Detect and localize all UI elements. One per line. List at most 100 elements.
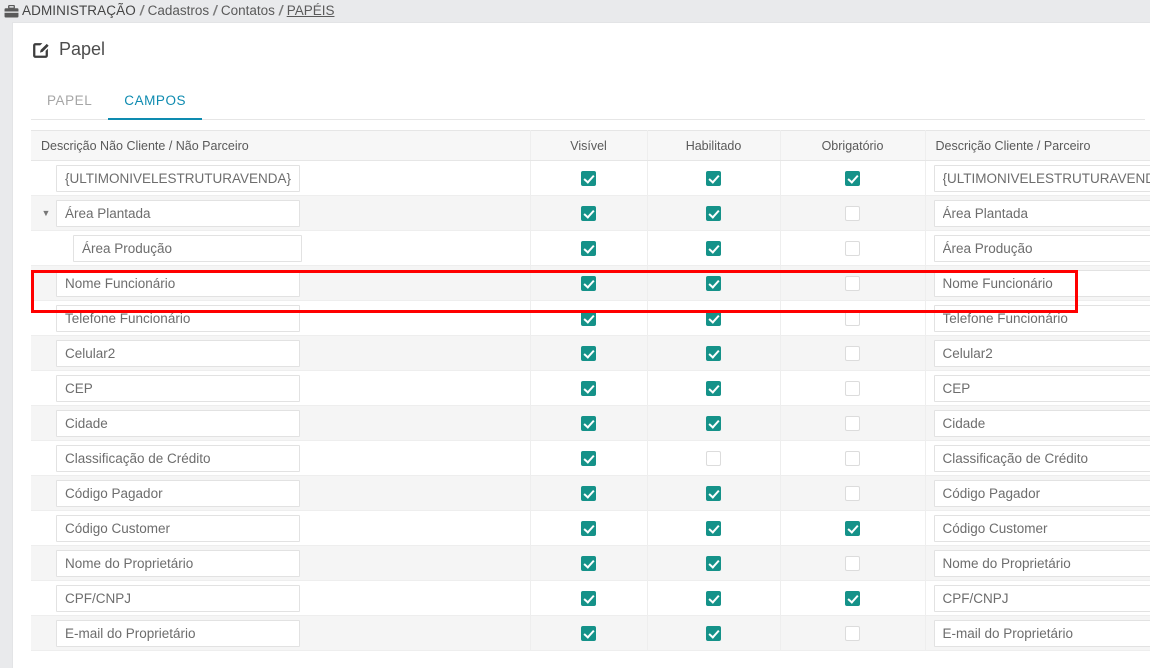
- input-descricao-cliente[interactable]: [933, 374, 1150, 402]
- input-descricao-cliente[interactable]: [933, 479, 1150, 507]
- checkbox-visivel[interactable]: [581, 625, 596, 641]
- checkbox-visivel[interactable]: [581, 485, 596, 501]
- input-descricao-cliente[interactable]: [933, 514, 1150, 542]
- input-descricao-nao-cliente[interactable]: [56, 514, 300, 542]
- table-row[interactable]: ▼: [31, 195, 1150, 231]
- checkbox-habilitado[interactable]: [706, 380, 721, 396]
- cell-descricao-cliente: [925, 370, 1150, 406]
- checkbox-obrigatorio[interactable]: [845, 310, 860, 326]
- input-descricao-nao-cliente[interactable]: [56, 199, 300, 227]
- checkbox-obrigatorio[interactable]: [845, 345, 860, 361]
- checkbox-visivel[interactable]: [581, 170, 596, 186]
- table-row[interactable]: ▼: [31, 300, 1150, 336]
- checkbox-obrigatorio[interactable]: [845, 485, 860, 501]
- table-row[interactable]: ▼: [31, 510, 1150, 546]
- breadcrumb-item-cadastros[interactable]: Cadastros: [148, 3, 210, 18]
- input-descricao-cliente[interactable]: [933, 619, 1150, 647]
- checkbox-obrigatorio[interactable]: [845, 450, 860, 466]
- checkbox-obrigatorio[interactable]: [845, 415, 860, 431]
- checkbox-obrigatorio[interactable]: [845, 555, 860, 571]
- column-header-descricao-nao-cliente[interactable]: Descrição Não Cliente / Não Parceiro: [31, 130, 531, 161]
- table-row[interactable]: ▼: [31, 545, 1150, 581]
- checkbox-habilitado[interactable]: [706, 275, 721, 291]
- input-descricao-nao-cliente[interactable]: [56, 269, 300, 297]
- input-descricao-cliente[interactable]: [933, 409, 1150, 437]
- input-descricao-cliente[interactable]: [933, 234, 1150, 262]
- checkbox-habilitado[interactable]: [706, 345, 721, 361]
- table-row[interactable]: ▼: [31, 475, 1150, 511]
- input-descricao-nao-cliente[interactable]: [56, 549, 300, 577]
- table-row[interactable]: ▼: [31, 370, 1150, 406]
- checkbox-visivel[interactable]: [581, 450, 596, 466]
- checkbox-visivel[interactable]: [581, 345, 596, 361]
- checkbox-habilitado[interactable]: [706, 520, 721, 536]
- checkbox-visivel[interactable]: [581, 520, 596, 536]
- input-descricao-nao-cliente[interactable]: [56, 164, 300, 192]
- checkbox-obrigatorio[interactable]: [845, 275, 860, 291]
- input-descricao-nao-cliente[interactable]: [56, 584, 300, 612]
- checkbox-habilitado[interactable]: [706, 625, 721, 641]
- column-header-visivel[interactable]: Visível: [530, 130, 648, 161]
- input-descricao-cliente[interactable]: [933, 339, 1150, 367]
- fields-table-container[interactable]: Descrição Não Cliente / Não Parceiro Vis…: [31, 130, 1150, 651]
- input-descricao-nao-cliente[interactable]: [56, 619, 300, 647]
- checkbox-habilitado[interactable]: [706, 205, 721, 221]
- table-row[interactable]: ▼: [31, 440, 1150, 476]
- column-header-descricao-cliente[interactable]: Descrição Cliente / Parceiro: [925, 130, 1150, 161]
- checkbox-visivel[interactable]: [581, 275, 596, 291]
- tab-papel[interactable]: PAPEL: [31, 93, 108, 120]
- checkbox-habilitado[interactable]: [706, 450, 721, 466]
- checkbox-obrigatorio[interactable]: [845, 380, 860, 396]
- table-row[interactable]: ▼: [31, 265, 1150, 301]
- checkbox-obrigatorio[interactable]: [845, 170, 860, 186]
- input-descricao-nao-cliente[interactable]: [56, 409, 300, 437]
- checkbox-visivel[interactable]: [581, 555, 596, 571]
- table-row[interactable]: ▼: [31, 230, 1150, 266]
- checkbox-habilitado[interactable]: [706, 590, 721, 606]
- checkbox-obrigatorio[interactable]: [845, 205, 860, 221]
- input-descricao-nao-cliente[interactable]: [56, 479, 300, 507]
- input-descricao-cliente[interactable]: [933, 549, 1150, 577]
- checkbox-visivel[interactable]: [581, 415, 596, 431]
- checkbox-obrigatorio[interactable]: [845, 625, 860, 641]
- checkbox-habilitado[interactable]: [706, 170, 721, 186]
- table-row[interactable]: ▼: [31, 580, 1150, 616]
- input-descricao-cliente[interactable]: [933, 444, 1150, 472]
- table-row[interactable]: ▼: [31, 335, 1150, 371]
- checkbox-visivel[interactable]: [581, 205, 596, 221]
- table-row[interactable]: ▼: [31, 405, 1150, 441]
- checkbox-habilitado[interactable]: [706, 555, 721, 571]
- checkbox-obrigatorio[interactable]: [845, 590, 860, 606]
- table-row[interactable]: ▼: [31, 160, 1150, 196]
- checkbox-obrigatorio[interactable]: [845, 520, 860, 536]
- cell-habilitado: [647, 405, 781, 441]
- input-descricao-nao-cliente[interactable]: [56, 339, 300, 367]
- input-descricao-nao-cliente[interactable]: [73, 234, 302, 262]
- table-row[interactable]: ▼: [31, 615, 1150, 651]
- expand-collapse-triangle-icon[interactable]: ▼: [39, 208, 53, 218]
- breadcrumb-item-papeis[interactable]: PAPÉIS: [287, 3, 335, 18]
- input-descricao-cliente[interactable]: [933, 164, 1150, 192]
- input-descricao-nao-cliente[interactable]: [56, 374, 300, 402]
- input-descricao-cliente[interactable]: [933, 304, 1150, 332]
- breadcrumb-item-contatos[interactable]: Contatos: [221, 3, 275, 18]
- checkbox-visivel[interactable]: [581, 590, 596, 606]
- tab-campos[interactable]: CAMPOS: [108, 93, 202, 120]
- input-descricao-cliente[interactable]: [933, 269, 1150, 297]
- column-header-habilitado[interactable]: Habilitado: [647, 130, 781, 161]
- checkbox-visivel[interactable]: [581, 240, 596, 256]
- checkbox-visivel[interactable]: [581, 380, 596, 396]
- column-header-obrigatorio[interactable]: Obrigatório: [780, 130, 926, 161]
- checkbox-habilitado[interactable]: [706, 240, 721, 256]
- checkbox-visivel[interactable]: [581, 310, 596, 326]
- breadcrumb-root[interactable]: ADMINISTRAÇÃO: [22, 3, 136, 18]
- input-descricao-nao-cliente[interactable]: [56, 444, 300, 472]
- cell-descricao-nao-cliente: ▼: [31, 370, 531, 406]
- input-descricao-cliente[interactable]: [933, 199, 1150, 227]
- input-descricao-nao-cliente[interactable]: [56, 304, 300, 332]
- checkbox-habilitado[interactable]: [706, 415, 721, 431]
- input-descricao-cliente[interactable]: [933, 584, 1150, 612]
- checkbox-obrigatorio[interactable]: [845, 240, 860, 256]
- checkbox-habilitado[interactable]: [706, 485, 721, 501]
- checkbox-habilitado[interactable]: [706, 310, 721, 326]
